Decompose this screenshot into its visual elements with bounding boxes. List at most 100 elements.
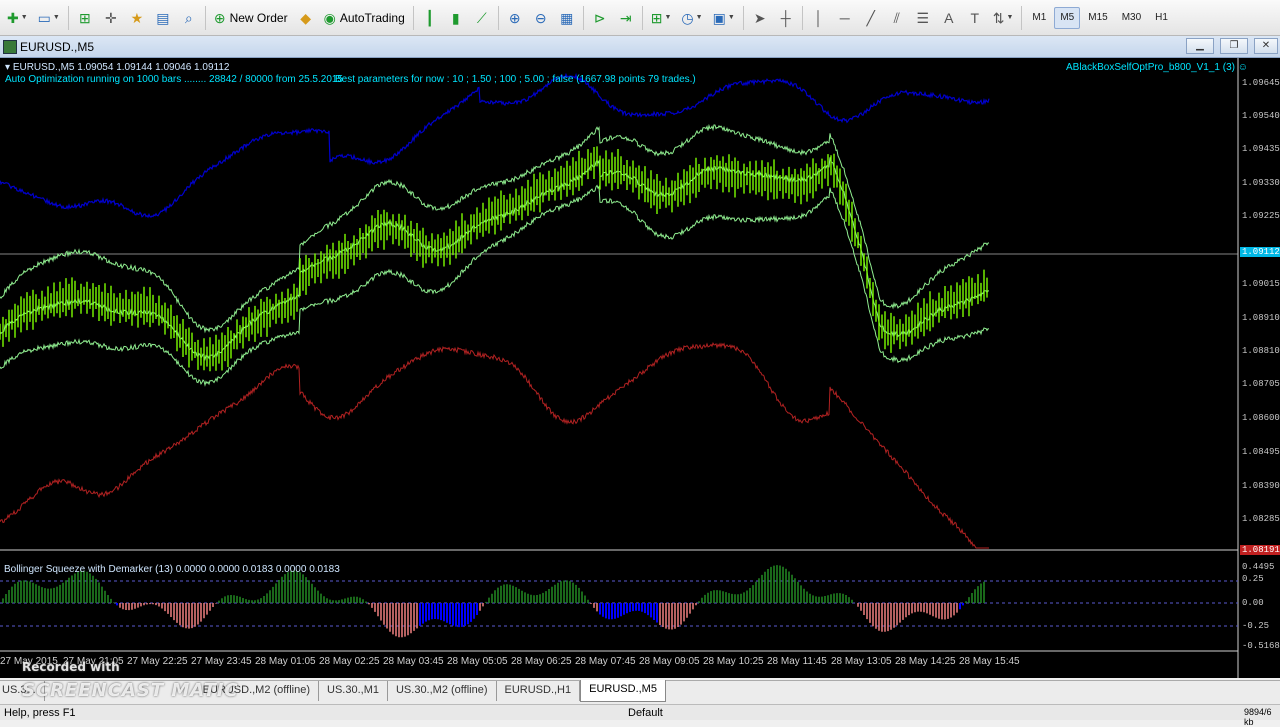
fibonacci-button[interactable]: ☰ <box>911 5 935 31</box>
tab-us30-m2-offline[interactable]: US.30.,M2 (offline) <box>388 681 497 701</box>
arrows-button[interactable]: ⇅ ▼ <box>989 5 1018 31</box>
current-price-label: 1.09112 <box>1240 247 1280 257</box>
indicator-scale-label: 0.00 <box>1242 598 1264 608</box>
status-bar: Help, press F1 Default 9894/6 kb <box>0 704 1280 727</box>
time-label: 28 May 09:05 <box>639 656 700 667</box>
tab-eurusd-h1[interactable]: EURUSD.,H1 <box>497 681 581 701</box>
timeframe-m15[interactable]: M15 <box>1082 7 1113 29</box>
channel-icon: ⫽ <box>893 9 900 26</box>
ea-status: Auto Optimization running on 1000 bars .… <box>5 74 343 85</box>
autotrading-button[interactable]: ◉ AutoTrading <box>320 5 409 31</box>
candlestick-icon: ▮ <box>451 9 460 26</box>
chart-shift-icon: ⊳ <box>593 9 606 26</box>
vertical-line-button[interactable]: │ <box>807 5 831 31</box>
chart-canvas[interactable] <box>0 58 1280 678</box>
zoom-in-icon: ⊕ <box>508 9 521 26</box>
text-label-button[interactable]: T <box>963 5 987 31</box>
autotrading-label: AutoTrading <box>339 10 405 25</box>
new-order-button[interactable]: ⊕ New Order <box>210 5 292 31</box>
price-label: 1.09330 <box>1242 178 1280 188</box>
time-label: 27 May 22:25 <box>127 656 188 667</box>
time-label: 28 May 15:45 <box>959 656 1020 667</box>
candlestick-button[interactable]: ▮ <box>444 5 468 31</box>
red-line-series <box>0 341 989 549</box>
separator <box>801 5 803 30</box>
chart-window-title: EURUSD.,M5 <box>20 39 95 54</box>
line-chart-icon: ⟋ <box>476 9 487 26</box>
watermark-logo: SCREENCAST MATIC <box>22 680 239 701</box>
price-label: 1.09540 <box>1242 111 1280 121</box>
ea-name: ABlackBoxSelfOptPro_b800_V1_1 (3) ☺ <box>1066 62 1248 73</box>
watermark-text: Recorded with <box>22 660 120 674</box>
horizontal-line-icon: ─ <box>839 9 850 26</box>
time-label: 27 May 23:45 <box>191 656 252 667</box>
strategy-tester-button[interactable]: ⌕ <box>177 5 201 31</box>
timeframe-m5[interactable]: M5 <box>1054 6 1081 29</box>
bar-chart-button[interactable]: ┃ <box>418 5 442 31</box>
profile-name: Default <box>628 707 663 719</box>
horizontal-line-button[interactable]: ─ <box>833 5 857 31</box>
cursor-button[interactable]: ➤ <box>748 5 772 31</box>
separator <box>582 5 584 30</box>
autoscroll-button[interactable]: ⇥ <box>614 5 638 31</box>
grid-icon: ▦ <box>560 9 574 26</box>
traffic-info: 9894/6 kb <box>1244 707 1272 727</box>
line-chart-button[interactable]: ⟋ <box>470 5 494 31</box>
templates-button[interactable]: ▣ ▼ <box>709 5 739 31</box>
lower-price-marker: 1.08191 <box>1240 545 1280 555</box>
plus-icon: ✚ <box>7 9 19 26</box>
market-watch-button[interactable]: ⊞ <box>73 5 97 31</box>
timeframe-h1[interactable]: H1 <box>1149 7 1174 29</box>
market-watch-icon: ⊞ <box>78 9 91 26</box>
symbol-info: ▾ EURUSD.,M5 1.09054 1.09144 1.09046 1.0… <box>5 62 230 73</box>
diamond-icon: ◆ <box>300 9 311 26</box>
crosshair-button[interactable]: ┼ <box>774 5 798 31</box>
price-label: 1.09015 <box>1242 279 1280 289</box>
price-chart[interactable]: ▾ EURUSD.,M5 1.09054 1.09144 1.09046 1.0… <box>0 58 1280 678</box>
trendline-button[interactable]: ╱ <box>859 5 883 31</box>
time-label: 28 May 03:45 <box>383 656 444 667</box>
tab-us30-m1[interactable]: US.30.,M1 <box>319 681 388 701</box>
template-icon: ▣ <box>712 9 726 26</box>
zoom-in-button[interactable]: ⊕ <box>503 5 527 31</box>
zoom-out-button[interactable]: ⊖ <box>529 5 553 31</box>
crosshair-icon: ┼ <box>780 9 791 26</box>
tab-eurusd-m5[interactable]: EURUSD.,M5 <box>580 680 666 702</box>
indicator-scale-label: -0.25 <box>1242 621 1270 631</box>
chart-shift-button[interactable]: ⊳ <box>588 5 612 31</box>
close-button[interactable]: ✕ <box>1254 38 1278 54</box>
terminal-icon: ▤ <box>156 9 170 26</box>
time-label: 28 May 07:45 <box>575 656 636 667</box>
new-order-label: New Order <box>229 10 288 25</box>
time-label: 28 May 06:25 <box>511 656 572 667</box>
separator <box>412 5 414 30</box>
terminal-button[interactable]: ▤ <box>151 5 175 31</box>
metaeditor-button[interactable]: ◆ <box>294 5 318 31</box>
autotrading-icon: ◉ <box>323 9 336 26</box>
arrows-icon: ⇅ <box>992 9 1005 26</box>
histogram-negative <box>119 603 958 638</box>
timeframe-m30[interactable]: M30 <box>1116 7 1147 29</box>
price-label: 1.09435 <box>1242 144 1280 154</box>
tile-windows-button[interactable]: ▦ <box>555 5 579 31</box>
navigator-button[interactable]: ★ <box>125 5 149 31</box>
minimize-button[interactable]: ▁ <box>1186 38 1214 54</box>
price-label: 1.09645 <box>1242 78 1280 88</box>
maximize-button[interactable]: ❐ <box>1220 38 1248 54</box>
time-label: 28 May 13:05 <box>831 656 892 667</box>
fibonacci-icon: ☰ <box>916 9 930 26</box>
periods-button[interactable]: ◷ ▼ <box>677 5 706 31</box>
profiles-button[interactable]: ▭ ▼ <box>34 5 64 31</box>
separator <box>497 5 499 30</box>
indicators-button[interactable]: ⊞ ▼ <box>647 5 676 31</box>
new-chart-button[interactable]: ✚ ▼ <box>3 5 32 31</box>
timeframe-m1[interactable]: M1 <box>1026 7 1052 29</box>
price-label: 1.08390 <box>1242 481 1280 491</box>
bar-chart-icon: ┃ <box>425 9 434 26</box>
time-label: 28 May 11:45 <box>767 656 827 667</box>
separator <box>67 5 69 30</box>
data-window-button[interactable]: ✛ <box>99 5 123 31</box>
equidistant-channel-button[interactable]: ⫽ <box>885 5 909 31</box>
magnifier-icon: ⌕ <box>184 9 193 26</box>
text-button[interactable]: A <box>937 5 961 31</box>
